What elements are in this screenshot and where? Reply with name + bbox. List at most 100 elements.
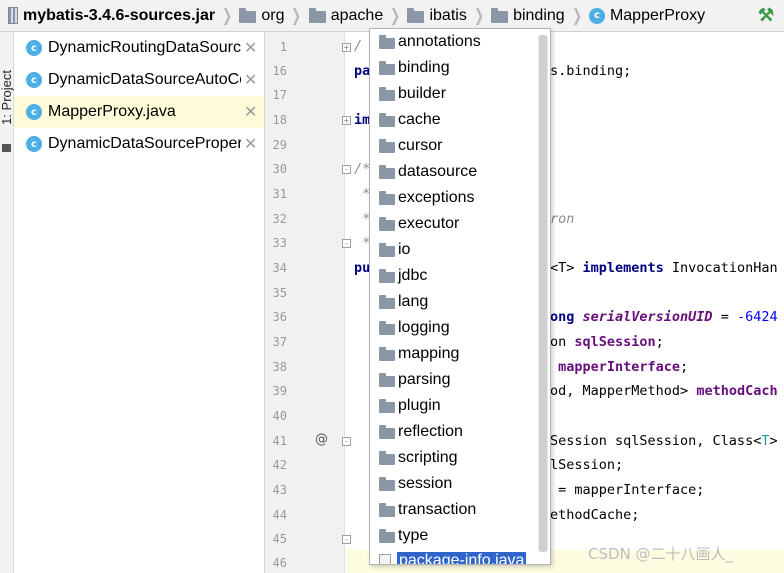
scrollbar-thumb[interactable]: [539, 35, 547, 552]
package-icon: [379, 191, 395, 205]
package-icon: [379, 217, 395, 231]
code-fragment: lSession;: [550, 457, 624, 473]
editor-gutter: 1 16 17 18 29 30 31 32 33 34 35 36 37 38…: [265, 32, 351, 573]
line-number: 42: [272, 458, 287, 472]
package-item-datasource[interactable]: datasource: [370, 159, 536, 185]
package-item-package-info[interactable]: package-info.java: [370, 548, 536, 564]
package-item-reflection[interactable]: reflection: [370, 419, 536, 445]
package-icon: [379, 139, 395, 153]
line-number: 40: [272, 409, 287, 423]
code-fragment: ethodCache;: [550, 507, 640, 523]
package-icon: [379, 477, 395, 491]
code-fragment: <T> implements InvocationHan: [550, 260, 778, 276]
package-item-logging[interactable]: logging: [370, 315, 536, 341]
override-marker[interactable]: @: [315, 432, 328, 447]
package-icon: [379, 243, 395, 257]
package-icon: [379, 425, 395, 439]
package-item-jdbc[interactable]: jdbc: [370, 263, 536, 289]
package-item-mapping[interactable]: mapping: [370, 341, 536, 367]
breadcrumb-mapperproxy[interactable]: c MapperProxy: [585, 0, 709, 32]
package-item-cursor[interactable]: cursor: [370, 133, 536, 159]
breadcrumb-separator: ❯: [222, 5, 233, 25]
line-number: 16: [272, 64, 287, 78]
code-line: im: [354, 112, 371, 128]
package-item-type[interactable]: type: [370, 523, 536, 549]
package-icon: [379, 321, 395, 335]
open-file-item[interactable]: c DynamicRoutingDataSource.java ✕: [14, 32, 264, 64]
class-icon: c: [588, 7, 605, 24]
folder-icon: [407, 8, 425, 23]
code-line: *: [354, 211, 371, 227]
line-number: 36: [272, 310, 287, 324]
line-number: 45: [272, 532, 287, 546]
package-icon: [379, 347, 395, 361]
project-tool-button[interactable]: 1: Project: [0, 70, 14, 125]
line-number: 29: [272, 138, 287, 152]
code-line: *: [354, 186, 371, 202]
open-file-item[interactable]: c DynamicDataSourceAutoConfiguration.jav…: [14, 64, 264, 96]
line-number: 35: [272, 286, 287, 300]
close-icon[interactable]: ✕: [244, 70, 257, 90]
package-item-executor[interactable]: executor: [370, 211, 536, 237]
close-icon[interactable]: ✕: [244, 102, 257, 122]
class-icon: c: [26, 72, 42, 88]
watermark: CSDN @二十八画人_: [588, 545, 734, 563]
package-item-exceptions[interactable]: exceptions: [370, 185, 536, 211]
package-item-transaction[interactable]: transaction: [370, 497, 536, 523]
package-dropdown[interactable]: annotations binding builder cache cursor…: [369, 28, 551, 565]
breadcrumb-separator: ❯: [390, 5, 401, 25]
breadcrumb-apache[interactable]: apache: [305, 0, 388, 32]
folder-icon: [2, 144, 11, 152]
code-fragment: = mapperInterface;: [550, 482, 705, 498]
package-icon: [379, 113, 395, 127]
code-fragment: ron: [550, 211, 575, 227]
package-item-builder[interactable]: builder: [370, 81, 536, 107]
package-item-lang[interactable]: lang: [370, 289, 536, 315]
code-fragment: s.binding;: [550, 63, 632, 79]
project-tool-strip: 1: Project: [0, 32, 14, 573]
breadcrumb-jar[interactable]: mybatis-3.4.6-sources.jar: [4, 0, 219, 32]
package-icon: [379, 295, 395, 309]
line-number: 44: [272, 508, 287, 522]
build-hammer-icon[interactable]: ⚒: [758, 5, 774, 26]
code-line: pa: [354, 63, 371, 79]
code-fragment: on sqlSession;: [550, 334, 664, 350]
open-file-item-active[interactable]: c MapperProxy.java ✕: [14, 96, 264, 128]
open-files-panel: c DynamicRoutingDataSource.java ✕ c Dyna…: [14, 32, 265, 573]
close-icon[interactable]: ✕: [244, 38, 257, 58]
code-fragment: od, MapperMethod> methodCach: [550, 383, 778, 399]
breadcrumb-org[interactable]: org: [235, 0, 288, 32]
breadcrumb-ibatis[interactable]: ibatis: [403, 0, 470, 32]
open-file-item[interactable]: c DynamicDataSourceProperties.java ✕: [14, 128, 264, 160]
breadcrumb-separator: ❯: [473, 5, 484, 25]
package-icon: [379, 61, 395, 75]
jar-icon: [8, 7, 18, 24]
line-number: 1: [279, 40, 287, 54]
package-icon: [379, 373, 395, 387]
package-item-parsing[interactable]: parsing: [370, 367, 536, 393]
package-icon: [379, 503, 395, 517]
breadcrumb-binding[interactable]: binding: [487, 0, 569, 32]
line-number: 38: [272, 360, 287, 374]
line-number: 46: [272, 556, 287, 570]
line-number: 33: [272, 236, 287, 250]
dropdown-scrollbar[interactable]: [538, 35, 548, 552]
package-item-binding[interactable]: binding: [370, 55, 536, 81]
folder-icon: [491, 8, 509, 23]
package-item-scripting[interactable]: scripting: [370, 445, 536, 471]
file-icon: [379, 554, 391, 564]
package-icon: [379, 399, 395, 413]
package-item-cache[interactable]: cache: [370, 107, 536, 133]
package-icon: [379, 269, 395, 283]
package-item-annotations[interactable]: annotations: [370, 29, 536, 55]
code-line: *: [354, 235, 371, 251]
breadcrumb-separator: ❯: [291, 5, 302, 25]
package-item-plugin[interactable]: plugin: [370, 393, 536, 419]
line-number: 32: [272, 212, 287, 226]
package-item-session[interactable]: session: [370, 471, 536, 497]
package-item-io[interactable]: io: [370, 237, 536, 263]
code-line: /*: [354, 161, 371, 177]
breadcrumb-separator: ❯: [571, 5, 582, 25]
line-number: 30: [272, 162, 287, 176]
close-icon[interactable]: ✕: [244, 134, 257, 154]
